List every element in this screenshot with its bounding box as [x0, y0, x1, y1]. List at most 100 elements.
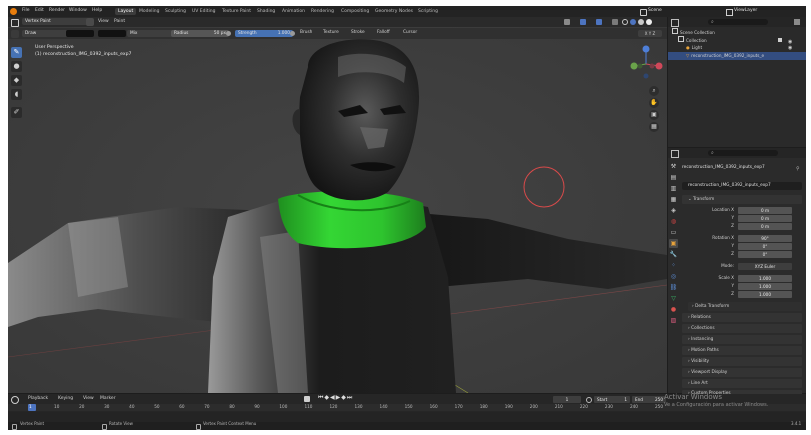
object-tab-icon[interactable]: ▣ [669, 239, 678, 248]
outliner-row-collection[interactable]: Collection ◉ [678, 36, 802, 45]
scene-selector[interactable]: Scene [648, 8, 662, 14]
gizmo-toggle-icon[interactable] [580, 19, 586, 25]
motion-paths-panel[interactable]: › Motion Paths [682, 346, 802, 355]
blender-logo-icon[interactable] [10, 8, 17, 15]
workspace-tab-scripting[interactable]: Scripting [415, 8, 441, 15]
location-x-field[interactable]: 0 m [738, 207, 792, 214]
secondary-color-swatch[interactable] [98, 30, 126, 37]
xray-toggle-icon[interactable] [612, 19, 618, 25]
workspace-tab-geometry-nodes[interactable]: Geometry Nodes [372, 8, 416, 15]
physics-tab-icon[interactable]: ◎ [669, 272, 678, 281]
zoom-icon[interactable]: ⌕ [649, 86, 659, 96]
shading-solid-icon[interactable] [630, 19, 636, 25]
strength-pressure-icon[interactable] [290, 31, 295, 36]
start-frame-field[interactable]: Start 1 [594, 396, 630, 403]
editor-type-icon[interactable] [11, 19, 19, 27]
material-tab-icon[interactable]: ● [669, 305, 678, 314]
menu-stroke[interactable]: Stroke [351, 30, 365, 35]
transform-panel-header[interactable]: ⌄ Transform [682, 195, 802, 204]
menu-texture[interactable]: Texture [323, 30, 339, 35]
outliner-row-light[interactable]: ● Light ◉ [686, 44, 802, 52]
shading-rendered-icon[interactable] [646, 19, 652, 25]
scale-z-field[interactable]: 1.000 [738, 291, 792, 298]
menu-edit[interactable]: Edit [35, 8, 44, 14]
brush-selector[interactable]: Draw [22, 30, 68, 37]
data-tab-icon[interactable]: ▽ [669, 294, 678, 303]
shading-material-icon[interactable] [638, 19, 644, 25]
tool-tab-icon[interactable]: ⚒ [669, 162, 678, 171]
view-layer-tab-icon[interactable]: ▦ [669, 195, 678, 204]
location-y-field[interactable]: 0 m [738, 215, 792, 222]
viewport-display-panel[interactable]: › Viewport Display [682, 368, 802, 377]
location-z-field[interactable]: 0 m [738, 223, 792, 230]
properties-search-input[interactable] [708, 150, 778, 156]
workspace-tab-compositing[interactable]: Compositing [338, 8, 372, 15]
clock-icon[interactable] [586, 397, 592, 403]
constraints-tab-icon[interactable]: ⛓ [669, 283, 678, 292]
mode-selector[interactable]: Vertex Paint [22, 18, 88, 25]
brush-icon[interactable] [11, 30, 19, 38]
radius-pressure-icon[interactable] [226, 31, 231, 36]
record-icon[interactable] [304, 396, 310, 402]
annotate-tool-button[interactable]: ✐ [11, 107, 22, 118]
properties-editor-icon[interactable] [671, 150, 679, 158]
workspace-tab-layout[interactable]: Layout [115, 8, 137, 15]
radius-field[interactable]: Radius 50 px [171, 30, 229, 37]
visibility-panel[interactable]: › Visibility [682, 357, 802, 366]
3d-viewport[interactable]: Vertex Paint View Paint Draw Mix Radius … [8, 17, 667, 393]
modifier-tab-icon[interactable]: 🔧 [669, 250, 678, 259]
collection-tab-icon[interactable]: ▭ [669, 228, 678, 237]
draw-tool-button[interactable]: ✎ [11, 47, 22, 58]
object-name-field[interactable]: reconstruction_IMG_0392_inputs_exp7 [682, 182, 802, 190]
menu-marker[interactable]: Marker [100, 396, 116, 402]
pin-icon[interactable]: ⚲ [796, 166, 800, 172]
perspective-grid-icon[interactable]: ▦ [649, 122, 659, 132]
scene-tab-icon[interactable]: ◈ [669, 206, 678, 215]
rotation-z-field[interactable]: 0° [738, 251, 792, 258]
eye-icon[interactable]: ◉ [788, 44, 792, 52]
jump-end-icon[interactable]: ⏭ [347, 394, 353, 401]
mirror-axis-buttons[interactable]: X Y Z [638, 30, 662, 37]
render-tab-icon[interactable]: ▤ [669, 173, 678, 182]
workspace-tab-sculpting[interactable]: Sculpting [162, 8, 189, 15]
collections-panel[interactable]: › Collections [682, 324, 802, 333]
playback-controls[interactable]: ⏮◆◀▶◆⏭ [318, 395, 353, 401]
particles-tab-icon[interactable]: ⁘ [669, 261, 678, 270]
strength-field[interactable]: Strength 1.000 [235, 30, 293, 37]
shading-wireframe-icon[interactable] [622, 19, 628, 25]
filter-icon[interactable] [794, 19, 800, 25]
menu-keying[interactable]: Keying [58, 396, 73, 402]
overlay-toggle-icon[interactable] [596, 19, 602, 25]
menu-brush[interactable]: Brush [300, 30, 312, 35]
navigation-gizmo[interactable] [626, 44, 666, 84]
viewport-scene[interactable] [8, 17, 667, 393]
world-tab-icon[interactable]: ◍ [669, 217, 678, 226]
current-frame-field[interactable]: 1 [553, 396, 581, 403]
line-art-panel[interactable]: › Line Art [682, 379, 802, 388]
mirror-x-button[interactable]: X [645, 31, 648, 36]
end-frame-field[interactable]: End 250 [632, 396, 666, 403]
workspace-tab-uv-editing[interactable]: UV Editing [189, 8, 218, 15]
menu-help[interactable]: Help [92, 8, 102, 14]
outliner-search-input[interactable] [708, 19, 768, 25]
view-layer-selector[interactable]: ViewLayer [734, 8, 757, 14]
rotation-mode-dropdown[interactable]: XYZ Euler [738, 263, 792, 270]
outliner-row-mesh-object[interactable]: ▽ reconstruction_IMG_0392_inputs_e [668, 52, 806, 60]
mode-toggle-icon[interactable] [86, 18, 94, 26]
menu-falloff[interactable]: Falloff [377, 30, 390, 35]
menu-cursor[interactable]: Cursor [403, 30, 417, 35]
timeline-editor-icon[interactable] [11, 396, 19, 404]
delta-transform-panel[interactable]: › Delta Transform [688, 302, 802, 311]
menu-timeline-view[interactable]: View [83, 396, 94, 402]
workspace-tab-modeling[interactable]: Modeling [136, 8, 162, 15]
workspace-tab-texture-paint[interactable]: Texture Paint [219, 8, 254, 15]
relations-panel[interactable]: › Relations [682, 313, 802, 322]
output-tab-icon[interactable]: ▥ [669, 184, 678, 193]
rotation-y-field[interactable]: 0° [738, 243, 792, 250]
scale-y-field[interactable]: 1.000 [738, 283, 792, 290]
blend-mode-selector[interactable]: Mix [127, 30, 173, 37]
outliner-row-scene-collection[interactable]: Scene Collection [672, 28, 802, 36]
menu-window[interactable]: Window [69, 8, 87, 14]
mirror-y-button[interactable]: Y [649, 31, 651, 36]
menu-paint[interactable]: Paint [114, 19, 125, 25]
